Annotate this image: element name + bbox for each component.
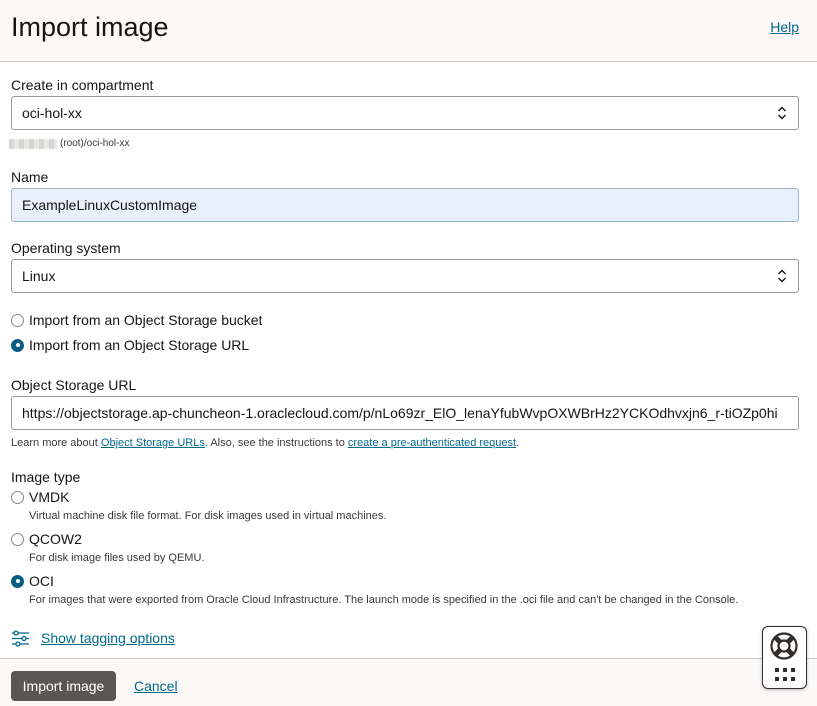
image-type-option-desc: For images that were exported from Oracl… <box>29 594 739 606</box>
image-type-option-qcow2[interactable]: QCOW2 <box>11 530 82 548</box>
hint-text: . <box>516 437 520 449</box>
compartment-value: oci-hol-xx <box>22 105 82 121</box>
os-label: Operating system <box>11 240 121 256</box>
panel-header: Import image Help <box>0 0 817 62</box>
url-input[interactable]: https://objectstorage.ap-chuncheon-1.ora… <box>11 396 799 430</box>
redacted-tenancy <box>9 139 57 149</box>
object-storage-urls-link[interactable]: Object Storage URLs <box>101 437 205 449</box>
image-type-option-desc: Virtual machine disk file format. For di… <box>29 510 387 522</box>
image-type-option-label: QCOW2 <box>29 531 82 547</box>
hint-text: Learn more about <box>11 437 101 449</box>
hint-text: . Also, see the instructions to <box>204 437 348 449</box>
grid-dots-icon[interactable] <box>774 667 796 683</box>
create-par-link[interactable]: create a pre-authenticated request <box>348 437 516 449</box>
name-label: Name <box>11 169 49 185</box>
compartment-path: (root)/oci-hol-xx <box>60 138 130 149</box>
help-link[interactable]: Help <box>770 19 799 35</box>
compartment-label: Create in compartment <box>11 77 154 93</box>
show-tagging-toggle[interactable]: Show tagging options <box>11 628 175 648</box>
image-type-label: Image type <box>11 469 81 485</box>
select-chevron-icon <box>778 106 786 120</box>
os-select[interactable]: Linux <box>11 259 799 293</box>
source-option-label: Import from an Object Storage URL <box>29 337 250 353</box>
radio-vmdk[interactable] <box>11 490 24 504</box>
import-image-button[interactable]: Import image <box>11 671 116 701</box>
source-option-label: Import from an Object Storage bucket <box>29 312 263 328</box>
os-value: Linux <box>22 268 56 284</box>
help-widget[interactable] <box>762 626 807 689</box>
select-chevron-icon <box>778 269 786 283</box>
lifebuoy-icon[interactable] <box>769 631 799 661</box>
radio-oci[interactable] <box>11 574 24 588</box>
image-type-option-label: OCI <box>29 573 54 589</box>
name-input[interactable]: ExampleLinuxCustomImage <box>11 188 799 222</box>
image-type-option-desc: For disk image files used by QEMU. <box>29 552 205 564</box>
source-option-bucket[interactable]: Import from an Object Storage bucket <box>11 311 262 329</box>
show-tagging-label: Show tagging options <box>41 630 175 646</box>
panel-footer: Import image Cancel <box>0 658 817 706</box>
cancel-link[interactable]: Cancel <box>134 678 178 694</box>
url-hint: Learn more about Object Storage URLs. Al… <box>11 437 519 449</box>
image-type-option-label: VMDK <box>29 489 70 505</box>
source-option-url[interactable]: Import from an Object Storage URL <box>11 336 249 354</box>
url-label: Object Storage URL <box>11 377 137 393</box>
compartment-select[interactable]: oci-hol-xx <box>11 96 799 130</box>
page-title: Import image <box>11 12 169 42</box>
sliders-icon <box>12 629 29 647</box>
radio-qcow2[interactable] <box>11 532 24 546</box>
radio-url[interactable] <box>11 338 24 352</box>
image-type-option-oci[interactable]: OCI <box>11 572 54 590</box>
radio-bucket[interactable] <box>11 313 24 327</box>
image-type-option-vmdk[interactable]: VMDK <box>11 488 69 506</box>
